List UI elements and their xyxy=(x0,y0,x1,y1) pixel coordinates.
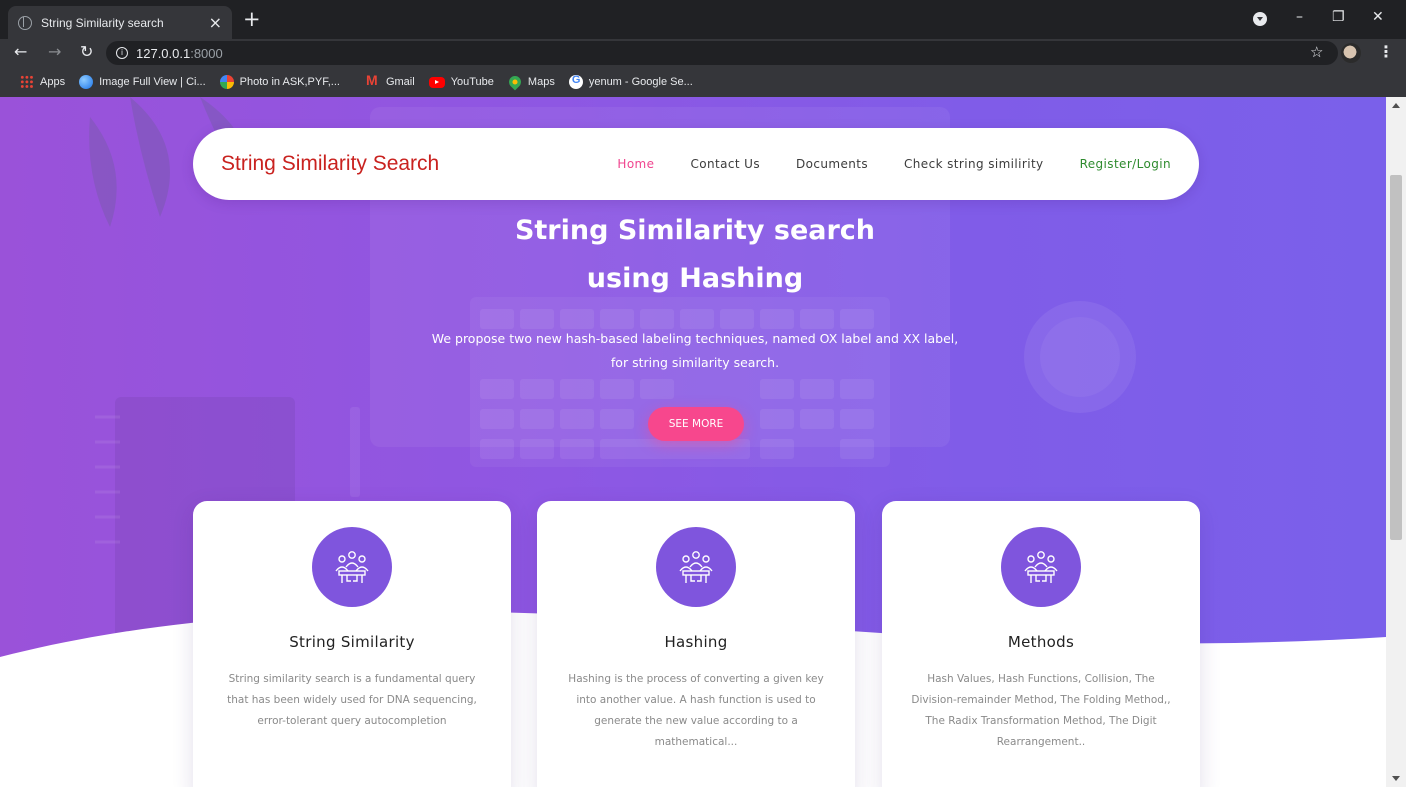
apps-grid-icon xyxy=(20,75,34,89)
hero-subtitle: We propose two new hash-based labeling t… xyxy=(431,331,959,370)
browser-tabstrip: String Similarity search × + – ❐ ✕ xyxy=(0,0,1406,39)
see-more-button[interactable]: SEE MORE xyxy=(648,407,744,441)
nav-links: Home Contact Us Documents Check string s… xyxy=(617,157,1171,171)
hero-title: String Similarity search using Hashing xyxy=(350,207,1040,303)
reload-icon[interactable]: ↻ xyxy=(80,42,93,62)
maximize-window-button[interactable]: ❐ xyxy=(1332,8,1345,26)
globe-icon xyxy=(79,75,94,89)
scroll-up-arrow-icon[interactable] xyxy=(1392,103,1400,108)
scrollbar-thumb[interactable] xyxy=(1390,175,1402,540)
card-title: String Similarity xyxy=(289,633,415,651)
card-text: Hash Values, Hash Functions, Collision, … xyxy=(911,673,1171,748)
feature-card-methods: Methods Hash Values, Hash Functions, Col… xyxy=(882,501,1200,787)
bookmark-image-full-view[interactable]: Image Full View | Ci... xyxy=(79,75,206,89)
bookmark-maps[interactable]: Maps xyxy=(506,73,555,91)
nav-check-string-similarity[interactable]: Check string similirity xyxy=(904,157,1044,171)
card-text: String similarity search is a fundamenta… xyxy=(227,673,477,727)
card-icon-circle xyxy=(1001,527,1081,607)
meeting-team-icon xyxy=(679,551,713,583)
nav-register-login[interactable]: Register/Login xyxy=(1080,157,1171,171)
close-window-button[interactable]: ✕ xyxy=(1372,8,1384,26)
youtube-icon xyxy=(428,76,445,88)
nav-home[interactable]: Home xyxy=(617,157,654,171)
browser-toolbar: ← → ↻ i 127.0.0.1 :8000 ☆ ⋮ xyxy=(0,39,1406,67)
bookmark-youtube[interactable]: YouTube xyxy=(428,76,494,88)
back-arrow-icon[interactable]: ← xyxy=(14,42,27,62)
tab-title: String Similarity search xyxy=(41,15,164,30)
bookmark-photo[interactable]: Photo in ASK,PYF,... xyxy=(219,75,340,89)
hero-title-prefix-2: using xyxy=(586,263,670,294)
globe-favicon-icon xyxy=(18,15,32,30)
gmail-icon xyxy=(366,72,380,89)
nav-contact-us[interactable]: Contact Us xyxy=(690,157,760,171)
bookmarks-bar: Apps Image Full View | Ci... Photo in AS… xyxy=(0,67,1406,97)
hero-title-prefix: String Similarity xyxy=(514,215,765,246)
feature-card-string-similarity: String Similarity String similarity sear… xyxy=(193,501,511,787)
scroll-down-arrow-icon[interactable] xyxy=(1392,776,1400,781)
new-tab-button[interactable]: + xyxy=(243,8,261,30)
card-icon-circle xyxy=(312,527,392,607)
chrome-profile-icon[interactable] xyxy=(1253,12,1267,26)
bookmark-apps[interactable]: Apps xyxy=(20,75,65,89)
maps-pin-icon xyxy=(506,73,524,91)
meeting-team-icon xyxy=(335,551,369,583)
page-scrollbar[interactable] xyxy=(1386,97,1406,787)
minimize-window-button[interactable]: – xyxy=(1296,8,1303,26)
user-avatar[interactable] xyxy=(1341,43,1361,63)
google-icon xyxy=(568,74,583,89)
tab-close-icon[interactable]: × xyxy=(209,14,222,31)
url-host: 127.0.0.1 xyxy=(136,45,191,61)
nav-documents[interactable]: Documents xyxy=(796,157,868,171)
url-port: :8000 xyxy=(190,45,223,61)
site-info-icon[interactable]: i xyxy=(116,47,128,59)
site-brand[interactable]: String Similarity Search xyxy=(221,152,439,176)
site-navbar: String Similarity Search Home Contact Us… xyxy=(193,128,1199,200)
meeting-team-icon xyxy=(1024,551,1058,583)
card-text: Hashing is the process of converting a g… xyxy=(568,673,824,748)
photos-pinwheel-icon xyxy=(219,75,234,89)
card-title: Methods xyxy=(1007,633,1075,651)
page-viewport: String Similarity Search Home Contact Us… xyxy=(0,97,1386,787)
forward-arrow-icon[interactable]: → xyxy=(48,42,61,62)
card-title: Hashing xyxy=(664,633,728,651)
bookmark-gmail[interactable]: Gmail xyxy=(366,72,415,89)
browser-tab[interactable]: String Similarity search × xyxy=(8,6,232,39)
card-icon-circle xyxy=(656,527,736,607)
more-menu-icon[interactable]: ⋮ xyxy=(1378,42,1394,61)
hero-title-bold-search: search xyxy=(773,215,876,246)
address-bar[interactable]: i 127.0.0.1 :8000 xyxy=(106,41,1338,65)
bookmark-google-search[interactable]: yenum - Google Se... xyxy=(568,74,693,89)
hero-title-bold-hashing: Hashing xyxy=(679,263,804,294)
feature-card-hashing: Hashing Hashing is the process of conver… xyxy=(537,501,855,787)
bookmark-star-icon[interactable]: ☆ xyxy=(1310,43,1323,61)
